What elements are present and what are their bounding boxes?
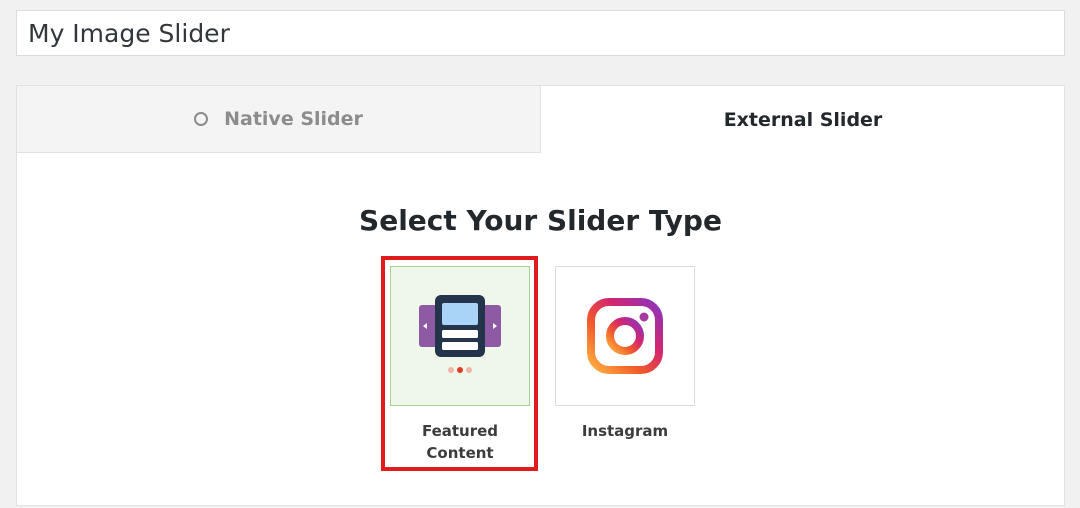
radio-circle-icon [194,112,209,126]
featured-content-tile[interactable] [390,266,530,406]
instagram-tile[interactable] [555,266,695,406]
tab-native-slider-label: Native Slider [224,108,363,130]
tab-native-slider[interactable]: Native Slider [17,86,541,153]
instagram-icon [587,298,663,374]
tab-external-slider-label: External Slider [723,108,883,131]
tab-external-slider[interactable]: External Slider [542,86,1064,153]
section-heading: Select Your Slider Type [359,204,722,237]
featured-content-slider-icon [419,295,501,373]
slider-title-input[interactable] [16,10,1065,56]
featured-content-label: Featured Content [421,422,499,462]
slider-type-panel: Native Slider External Slider Select You… [16,85,1065,506]
slider-type-instagram[interactable]: Instagram [555,266,695,466]
slider-type-featured-content[interactable]: Featured Content [390,266,530,466]
instagram-label: Instagram [581,422,669,440]
